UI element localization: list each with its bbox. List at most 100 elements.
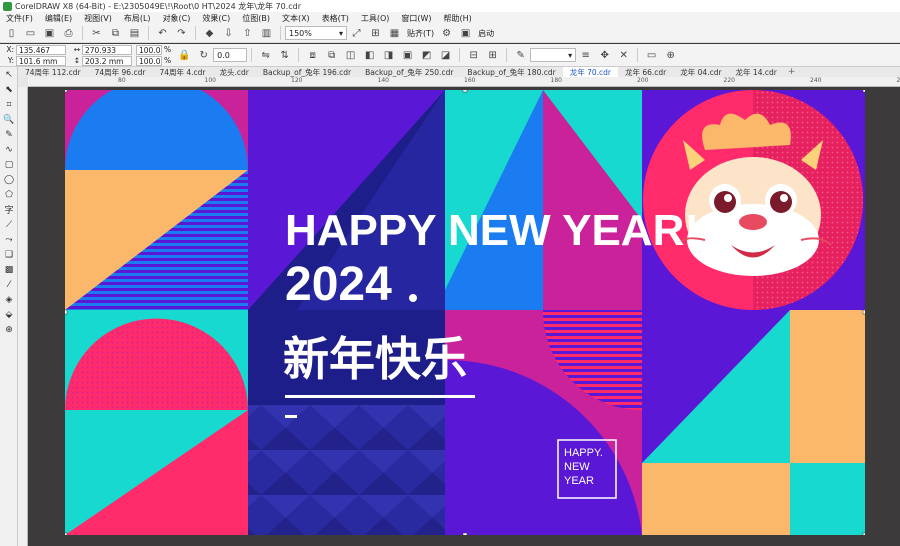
vertical-ruler[interactable]: [18, 87, 28, 546]
artboard[interactable]: HAPPY NEW YEAR! 2024 新年快乐 HAPPY. NEW YEA…: [65, 90, 865, 535]
paste-icon[interactable]: ▤: [127, 26, 142, 41]
document-tab[interactable]: 74周年 96.cdr: [88, 67, 153, 78]
text-tool-icon[interactable]: 字: [0, 202, 18, 217]
lock-ratio-icon[interactable]: 🔒: [177, 48, 192, 63]
group-icon[interactable]: ⧈: [305, 48, 320, 63]
document-tab[interactable]: Backup_of_兔年 196.cdr: [256, 67, 358, 78]
print-icon[interactable]: ⎙: [61, 26, 76, 41]
align-icon[interactable]: ⊟: [466, 48, 481, 63]
quick-customize-icon[interactable]: ▭: [644, 48, 659, 63]
gear-icon[interactable]: ⚙: [439, 26, 454, 41]
scale-height-input[interactable]: 100.0: [136, 55, 162, 66]
outline-width-select[interactable]: ▾: [530, 48, 577, 62]
cut-icon[interactable]: ✂: [89, 26, 104, 41]
full-screen-icon[interactable]: ⤢: [349, 26, 364, 41]
export-icon[interactable]: ⇧: [240, 26, 255, 41]
menu-item-11[interactable]: 帮助(H): [438, 13, 478, 24]
ruler-origin[interactable]: [18, 77, 28, 87]
weld-icon[interactable]: ◫: [343, 48, 358, 63]
back-minus-front-icon[interactable]: ◪: [438, 48, 453, 63]
copy-icon[interactable]: ⧉: [108, 26, 123, 41]
scale-width-input[interactable]: 100.0: [136, 44, 162, 55]
interactive-fill-icon[interactable]: ◈: [0, 292, 18, 307]
divider: [298, 48, 300, 62]
pick-tool-icon[interactable]: ↖: [0, 67, 18, 82]
new-tab-icon[interactable]: +: [784, 67, 800, 77]
rulers-icon[interactable]: ⊞: [368, 26, 383, 41]
parallel-dimension-icon[interactable]: ⟋: [0, 217, 18, 232]
menu-item-0[interactable]: 文件(F): [0, 13, 39, 24]
ungroup-icon[interactable]: ⧉: [324, 48, 339, 63]
mirror-vertical-icon[interactable]: ⇅: [277, 48, 292, 63]
add-tool-icon[interactable]: ⊕: [0, 322, 18, 337]
polygon-tool-icon[interactable]: ⬠: [0, 187, 18, 202]
horizontal-ruler[interactable]: 80 100 120 140 160 180 200 220 240 260: [28, 77, 900, 87]
menu-item-10[interactable]: 窗口(W): [395, 13, 437, 24]
menu-item-7[interactable]: 文本(X): [276, 13, 316, 24]
freehand-tool-icon[interactable]: ✎: [0, 127, 18, 142]
underline-bar: [285, 395, 475, 398]
open-icon[interactable]: ▭: [23, 26, 38, 41]
transparency-tool-icon[interactable]: ▩: [0, 262, 18, 277]
eyedropper-icon[interactable]: ⁄: [0, 277, 18, 292]
intersect-icon[interactable]: ◨: [381, 48, 396, 63]
search-content-icon[interactable]: ◆: [202, 26, 217, 41]
snap-to-menu[interactable]: 贴齐(T): [404, 28, 437, 39]
menu-item-6[interactable]: 位图(B): [236, 13, 276, 24]
rectangle-tool-icon[interactable]: ▢: [0, 157, 18, 172]
rotation-icon: ↻: [199, 49, 208, 61]
rotation-input[interactable]: 0.0: [213, 48, 248, 62]
document-tab[interactable]: 龙年 66.cdr: [618, 67, 673, 78]
menu-item-4[interactable]: 对象(C): [157, 13, 197, 24]
save-icon[interactable]: ▣: [42, 26, 57, 41]
x-position-input[interactable]: 135.467 mm: [16, 44, 66, 64]
document-tab[interactable]: 龙头.cdr: [213, 67, 256, 78]
height-input[interactable]: 203.2 mm: [82, 55, 132, 66]
shape-tool-icon[interactable]: ⬉: [0, 82, 18, 97]
artistic-media-icon[interactable]: ∿: [0, 142, 18, 157]
node-icon[interactable]: ✥: [597, 48, 612, 63]
launch-menu[interactable]: 启动: [475, 28, 497, 39]
menu-item-5[interactable]: 效果(C): [196, 13, 236, 24]
crop-tool-icon[interactable]: ⌗: [0, 97, 18, 112]
new-document-icon[interactable]: ▯: [4, 26, 19, 41]
menu-item-3[interactable]: 布局(L): [118, 13, 157, 24]
menu-item-2[interactable]: 视图(V): [78, 13, 118, 24]
trim-icon[interactable]: ◧: [362, 48, 377, 63]
grid-icon[interactable]: ▦: [387, 26, 402, 41]
publish-pdf-icon[interactable]: ▥: [259, 26, 274, 41]
mirror-horizontal-icon[interactable]: ⇋: [258, 48, 273, 63]
redo-icon[interactable]: ↷: [174, 26, 189, 41]
zoom-level-select[interactable]: 150% ▾: [285, 26, 347, 40]
menu-item-9[interactable]: 工具(O): [355, 13, 396, 24]
document-tab[interactable]: 74周年 112.cdr: [18, 67, 88, 78]
height-icon: ↕: [73, 56, 80, 65]
document-tab[interactable]: 龙年 70.cdr: [562, 66, 618, 78]
divider: [280, 26, 281, 40]
document-tab[interactable]: 龙年 14.cdr: [729, 67, 784, 78]
connector-tool-icon[interactable]: ⤳: [0, 232, 18, 247]
drop-shadow-icon[interactable]: ❑: [0, 247, 18, 262]
menu-item-8[interactable]: 表格(T): [316, 13, 355, 24]
add-icon[interactable]: ⊕: [663, 48, 678, 63]
document-tab[interactable]: 龙年 04.cdr: [673, 67, 728, 78]
import-icon[interactable]: ⇩: [221, 26, 236, 41]
document-tab[interactable]: Backup_of_兔年 180.cdr: [460, 67, 562, 78]
zoom-tool-icon[interactable]: 🔍: [0, 112, 18, 127]
simplify-icon[interactable]: ▣: [400, 48, 415, 63]
ellipse-tool-icon[interactable]: ◯: [0, 172, 18, 187]
menu-item-1[interactable]: 编辑(E): [39, 13, 78, 24]
document-tab[interactable]: 74周年 4.cdr: [152, 67, 212, 78]
smart-fill-icon[interactable]: ⬙: [0, 307, 18, 322]
undo-icon[interactable]: ↶: [155, 26, 170, 41]
break-apart-icon[interactable]: ✕: [616, 48, 631, 63]
app-launcher-icon[interactable]: ▣: [458, 26, 473, 41]
document-tab[interactable]: Backup_of_兔年 250.cdr: [358, 67, 460, 78]
outline-pen-icon[interactable]: ✎: [513, 48, 528, 63]
wrap-text-icon[interactable]: ≡: [578, 48, 593, 63]
width-input[interactable]: 270.933 mm: [82, 44, 132, 64]
title-bar: CorelDRAW X8 (64-Bit) - E:\2305049E\!\Ro…: [0, 0, 900, 12]
front-minus-back-icon[interactable]: ◩: [419, 48, 434, 63]
y-position-input[interactable]: 101.6 mm: [16, 55, 66, 66]
distribute-icon[interactable]: ⊞: [485, 48, 500, 63]
